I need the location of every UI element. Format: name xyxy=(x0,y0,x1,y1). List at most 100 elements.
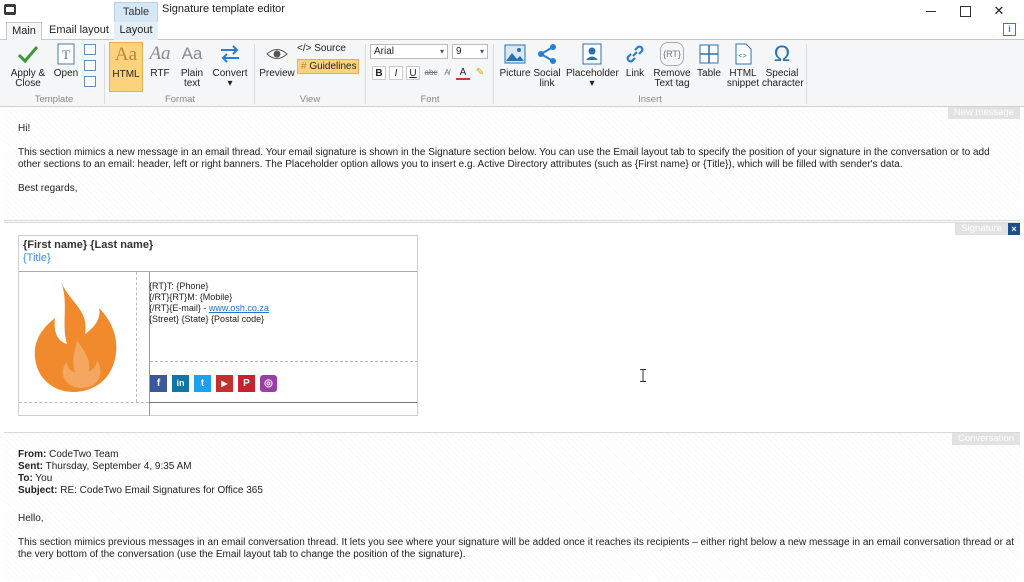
open-template-icon: T xyxy=(54,42,78,66)
italic-button[interactable]: I xyxy=(389,66,403,80)
pinterest-icon[interactable]: P xyxy=(238,375,255,392)
group-label-template: Template xyxy=(34,94,74,105)
tab-main[interactable]: Main xyxy=(6,22,42,41)
font-family-value: Arial xyxy=(374,46,395,57)
open-button[interactable]: T Open xyxy=(52,42,80,79)
font-color-icon[interactable]: A xyxy=(456,66,470,80)
close-icon[interactable]: × xyxy=(1008,223,1020,235)
group-label-insert: Insert xyxy=(638,94,662,105)
twitter-icon[interactable]: t xyxy=(194,375,211,392)
info-button[interactable]: i xyxy=(1003,23,1016,36)
signature-mobile-placeholder[interactable]: {/RT}{RT}M: {Mobile} xyxy=(149,292,232,303)
grid-icon: # xyxy=(301,61,307,72)
special-character-label-2: character xyxy=(762,78,804,89)
new-template-icon[interactable] xyxy=(84,44,96,55)
html-snippet-button[interactable]: <> HTML snippet xyxy=(726,42,760,89)
font-family-select[interactable]: Arial ▾ xyxy=(370,44,448,59)
rtf-format-button[interactable]: Aa RTF xyxy=(146,42,174,79)
picture-label: Picture xyxy=(499,68,531,79)
special-character-button[interactable]: Ω Special character xyxy=(762,41,804,89)
ribbon: Apply & Close T Open Template Aa HTML Aa… xyxy=(0,40,1024,107)
html-format-button[interactable]: Aa HTML xyxy=(109,42,143,92)
signature-address-placeholder[interactable]: {Street} {State} {Postal code} xyxy=(149,314,264,325)
youtube-icon[interactable]: ▶ xyxy=(216,375,233,392)
apply-close-label-2: Close xyxy=(15,78,41,89)
social-link-label-2: link xyxy=(539,78,555,89)
plain-text-format-button[interactable]: Aa Plain text xyxy=(177,42,207,89)
svg-text:T: T xyxy=(62,47,70,62)
signature-section[interactable]: Signature × {First name} {Last name} {Ti… xyxy=(4,222,1020,430)
save-template-icon[interactable] xyxy=(84,60,96,71)
table-row-guide xyxy=(150,361,418,362)
conversation-label: Conversation xyxy=(952,433,1020,445)
greeting-text: Hi! xyxy=(18,123,31,134)
signature-website-link[interactable]: www.osh.co.za xyxy=(209,303,269,313)
social-link-button[interactable]: Social link xyxy=(532,42,562,89)
signature-title-placeholder[interactable]: {Title} xyxy=(23,252,51,264)
source-button[interactable]: </> Source xyxy=(297,43,346,54)
conversation-body-line-2: the very bottom of the conversation (use… xyxy=(18,549,466,560)
apply-close-button[interactable]: Apply & Close xyxy=(8,42,48,89)
conversation-section[interactable]: Conversation From: CodeTwo Team Sent: Th… xyxy=(4,432,1020,580)
link-label: Link xyxy=(625,68,645,79)
omega-icon: Ω xyxy=(773,41,791,66)
table-divider xyxy=(19,271,417,272)
strikethrough-button[interactable]: abc xyxy=(422,66,440,80)
highlight-icon[interactable]: ✎ xyxy=(473,66,487,80)
flame-logo[interactable] xyxy=(31,278,121,394)
convert-button[interactable]: Convert ▾ xyxy=(211,42,249,89)
signature-email-placeholder: {/RT}{E-mail} - xyxy=(149,303,209,313)
font-size-select[interactable]: 9 ▾ xyxy=(452,44,488,59)
link-button[interactable]: Link xyxy=(622,42,648,79)
signature-label: Signature xyxy=(955,223,1008,235)
new-message-body-line-1: This section mimics a new message in an … xyxy=(18,147,990,158)
preview-label: Preview xyxy=(259,68,295,79)
guidelines-button[interactable]: # Guidelines xyxy=(297,59,359,74)
signature-name-placeholder[interactable]: {First name} {Last name} xyxy=(23,239,153,251)
picture-button[interactable]: Picture xyxy=(498,42,532,79)
remove-text-tag-button[interactable]: {RT} Remove Text tag xyxy=(652,42,692,89)
maximize-button[interactable] xyxy=(950,2,980,20)
bold-button[interactable]: B xyxy=(372,66,386,80)
rtf-label: RTF xyxy=(150,68,170,79)
tab-email-layout[interactable]: Email layout xyxy=(48,22,110,40)
linkedin-icon[interactable]: in xyxy=(172,375,189,392)
conversation-hello: Hello, xyxy=(18,513,44,524)
subject-label: Subject: xyxy=(18,485,58,496)
preview-button[interactable]: Preview xyxy=(258,42,296,79)
html-label: HTML xyxy=(112,69,140,80)
app-icon[interactable] xyxy=(4,4,16,15)
chevron-down-icon: ▾ xyxy=(479,47,484,56)
table-column-guide xyxy=(136,272,137,402)
person-card-icon xyxy=(580,42,604,66)
group-separator xyxy=(254,44,255,104)
context-tab-group-table: Table xyxy=(114,2,158,22)
export-template-icon[interactable] xyxy=(84,76,96,87)
placeholder-button[interactable]: Placeholder ▾ xyxy=(566,42,619,89)
eye-icon xyxy=(265,42,289,66)
conversation-from: From: CodeTwo Team xyxy=(18,449,118,461)
guidelines-label: Guidelines xyxy=(309,61,357,72)
conversation-subject: Subject: RE: CodeTwo Email Signatures fo… xyxy=(18,485,263,497)
tab-layout[interactable]: Layout xyxy=(114,22,158,40)
signature-table[interactable]: {First name} {Last name} {Title} {RT}T: … xyxy=(18,235,418,416)
font-size-value: 9 xyxy=(456,46,462,57)
minimize-button[interactable] xyxy=(916,2,946,20)
window-title: Signature template editor xyxy=(162,3,285,15)
instagram-icon[interactable]: ◎ xyxy=(260,375,277,392)
signature-email-line[interactable]: {/RT}{E-mail} - www.osh.co.za xyxy=(149,303,269,314)
table-button[interactable]: Table xyxy=(696,42,722,79)
signature-phone-placeholder[interactable]: {RT}T: {Phone} xyxy=(149,281,208,292)
ribbon-tabs: Main Email layout Layout xyxy=(0,22,1024,41)
chevron-down-icon: ▾ xyxy=(227,78,233,89)
group-label-font: Font xyxy=(420,94,440,105)
html-snippet-label-2: snippet xyxy=(726,78,760,89)
html-aa-icon: Aa xyxy=(114,44,138,65)
underline-button[interactable]: U xyxy=(406,66,420,80)
clear-format-icon[interactable]: A̸ xyxy=(440,66,454,80)
i-beam-cursor-icon xyxy=(640,369,646,382)
new-message-section[interactable]: New message Hi! This section mimics a ne… xyxy=(4,107,1020,221)
facebook-icon[interactable]: f xyxy=(150,375,167,392)
table-icon xyxy=(697,42,721,66)
close-button[interactable]: ✕ xyxy=(984,2,1014,20)
